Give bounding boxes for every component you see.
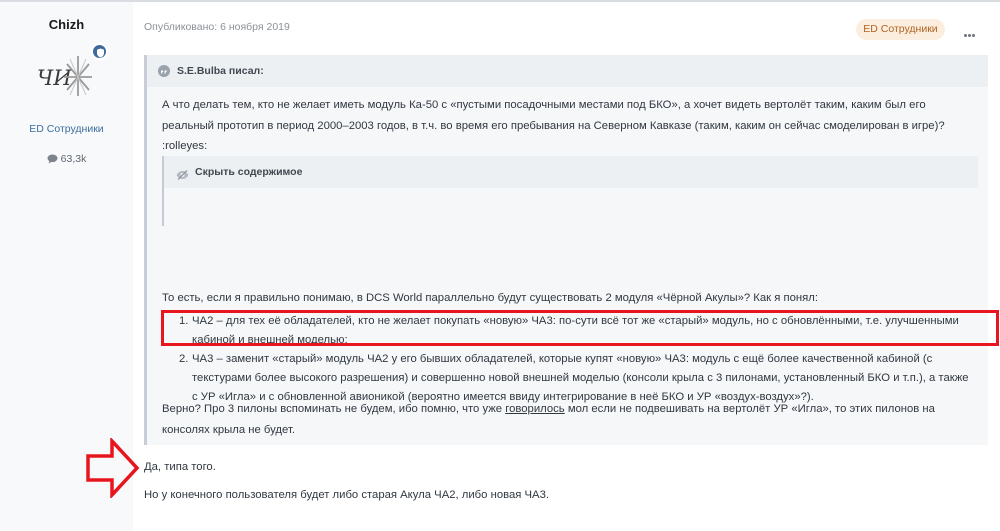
list-text: ЧА3 – заменит «старый» модуль ЧА2 у его … — [192, 353, 969, 403]
post-date[interactable]: Опубликовано: 6 ноября 2019 — [144, 21, 290, 33]
avatar[interactable]: ЧИ — [34, 48, 98, 104]
post-count: 63,3k — [0, 153, 133, 167]
ellipsis-icon[interactable] — [964, 24, 980, 37]
reply-paragraph-1: Да, типа того. — [144, 461, 216, 473]
author-group: ED Сотрудники — [29, 123, 104, 135]
quote-header: S.E.Bulba писал: — [147, 55, 988, 87]
reply-paragraph-2: Но у конечного пользователя будет либо с… — [144, 489, 549, 501]
quote-paragraph-3: Верно? Про 3 пилоны вспоминать не будем,… — [162, 399, 977, 440]
spoiler-label[interactable]: Скрыть содержимое — [195, 166, 302, 178]
quote-paragraph-1: А что делать тем, кто не желает иметь мо… — [162, 99, 945, 152]
arrow-annotation-icon — [84, 436, 140, 500]
highlight-box — [161, 310, 999, 346]
quote-block: S.E.Bulba писал: А что делать тем, кто н… — [144, 55, 999, 445]
author-name[interactable]: Chizh — [0, 17, 133, 32]
post-count-value: 63,3k — [60, 153, 87, 165]
eye-slash-icon — [176, 167, 189, 185]
quote-icon — [158, 65, 170, 77]
spoiler-header[interactable]: Скрыть содержимое — [164, 156, 978, 188]
quote-p3-text: Верно? Про 3 пилоны вспоминать не будем,… — [162, 403, 506, 415]
shield-badge-icon — [91, 43, 108, 60]
forum-post: Chizh ЧИ ED Сотрудники 63,3k Опубликован… — [0, 2, 1000, 531]
group-badge: ED Сотрудники — [856, 19, 945, 40]
link-govorilos[interactable]: говорилось — [505, 403, 564, 415]
speech-bubble-icon — [47, 154, 58, 167]
quote-author[interactable]: S.E.Bulba писал: — [177, 65, 264, 77]
spoiler-block[interactable]: Скрыть содержимое — [162, 156, 978, 226]
svg-text:ЧИ: ЧИ — [37, 66, 72, 90]
quote-paragraph-2: То есть, если я правильно понимаю, в DCS… — [162, 292, 818, 304]
list-number: 2. — [179, 353, 189, 365]
